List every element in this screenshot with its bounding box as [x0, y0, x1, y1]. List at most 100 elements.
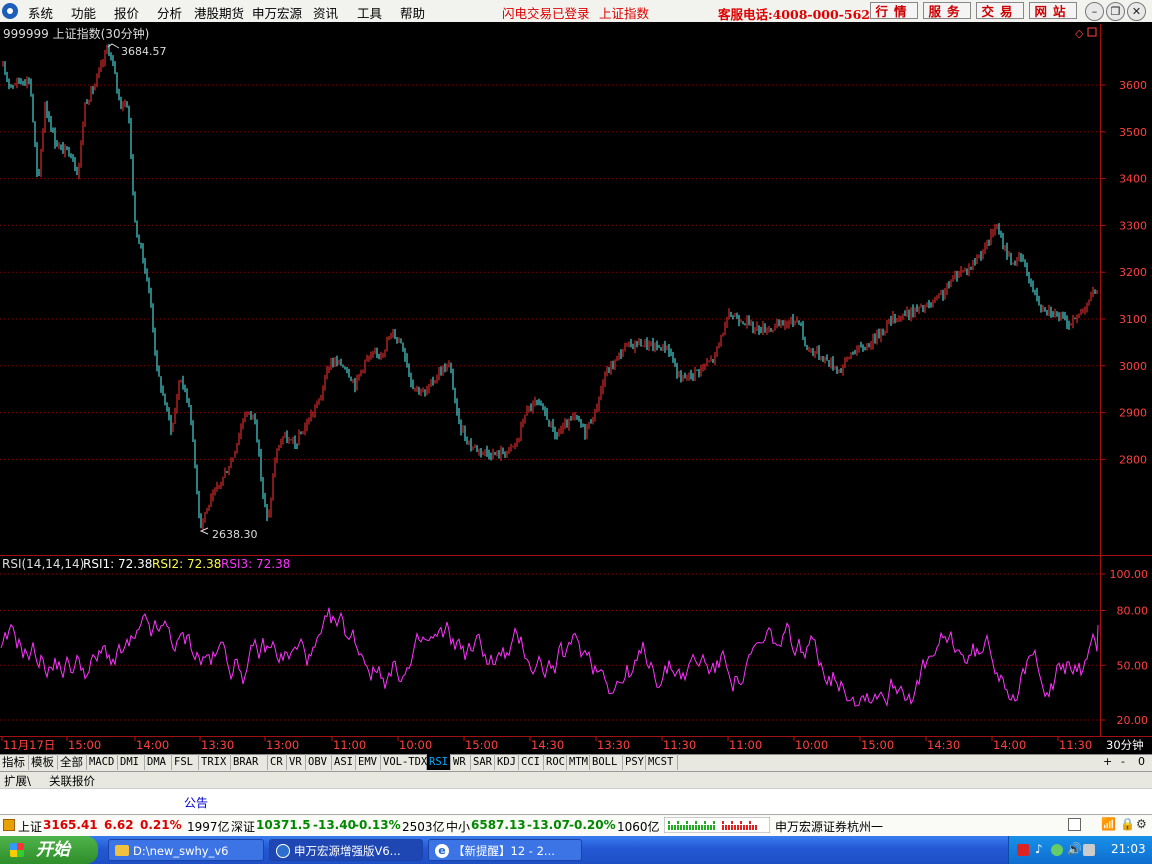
chart-title: 999999 上证指数(30分钟) — [3, 27, 150, 41]
breadth-up-bar — [749, 825, 751, 830]
breadth-up-bar — [737, 825, 739, 830]
indicator-tab-roc[interactable]: ROC — [544, 754, 567, 770]
indicator-tab-dma[interactable]: DMA — [145, 754, 172, 770]
high-price-label: 3684.57 — [121, 45, 167, 58]
breadth-up-bar — [722, 825, 724, 830]
indicator-tab-模板[interactable]: 模板 — [29, 754, 58, 770]
input-method-icon[interactable]: ♪ — [1035, 842, 1043, 856]
breadth-down-bar — [686, 821, 688, 824]
time-label: 14:30 — [531, 738, 564, 752]
menu-quote[interactable]: 报价 — [114, 3, 139, 22]
antivirus-icon[interactable] — [1017, 844, 1029, 856]
time-label: 13:30 — [597, 738, 630, 752]
breadth-down-bar — [686, 825, 688, 830]
indicator-tab-指标[interactable]: 指标 — [0, 754, 29, 770]
reset-button[interactable]: 0 — [1138, 755, 1145, 768]
service-hotline: 客服电话:4008-000-562 — [718, 7, 870, 22]
menu-news[interactable]: 资讯 — [313, 3, 338, 22]
zoom-in-button[interactable]: + — [1103, 755, 1112, 768]
high-marker-arrow — [107, 43, 120, 49]
indicator-tab-fsl[interactable]: FSL — [172, 754, 199, 770]
indicator-tab-cr[interactable]: CR — [268, 754, 287, 770]
breadth-down-bar — [674, 825, 676, 830]
breadth-down-bar — [698, 825, 700, 830]
minimize-icon[interactable]: – — [1085, 2, 1104, 21]
zoom-out-button[interactable]: - — [1121, 755, 1125, 768]
breadth-up-bar — [749, 821, 751, 824]
task-browser-window[interactable]: e 【新提醒】12 - 2... — [428, 839, 582, 861]
quotes-button[interactable]: 行情 — [870, 2, 918, 19]
breadth-up-bar — [728, 825, 730, 830]
price-tick-label: 2800 — [1119, 453, 1147, 466]
indicator-tab-mcst[interactable]: MCST — [646, 754, 678, 770]
menu-tools[interactable]: 工具 — [357, 3, 382, 22]
market-breadth-icon — [664, 817, 770, 833]
service-button[interactable]: 服务 — [923, 2, 971, 19]
menu-hk-futures[interactable]: 港股期货 — [194, 3, 244, 22]
related-quotes-tab[interactable]: 关联报价 — [49, 773, 95, 789]
low-price-label: 2638.30 — [212, 528, 258, 541]
diamond-icon[interactable]: ◇ — [1075, 27, 1084, 40]
indicator-tab-emv[interactable]: EMV — [356, 754, 381, 770]
period-label[interactable]: 30分钟 — [1106, 738, 1144, 752]
tray-app-icon[interactable] — [1083, 844, 1095, 856]
current-index-name: 上证指数 — [599, 6, 650, 21]
indicator-tab-vr[interactable]: VR — [287, 754, 306, 770]
indicator-tab-kdj[interactable]: KDJ — [495, 754, 519, 770]
indicator-tab-asi[interactable]: ASI — [332, 754, 356, 770]
kline-chart[interactable]: 3600 3500 3400 3300 3200 3100 3000 2900 2800 100… — [0, 22, 1152, 754]
indicator-tab-trix[interactable]: TRIX — [199, 754, 231, 770]
restore-icon[interactable]: ❐ — [1106, 2, 1125, 21]
trade-button[interactable]: 交易 — [976, 2, 1024, 19]
indicator-tab-cci[interactable]: CCI — [519, 754, 544, 770]
ticker-menu-icon[interactable] — [3, 819, 15, 831]
rsi-indicator-label: RSI(14,14,14) — [2, 557, 85, 571]
indicator-tab-rsi[interactable]: RSI — [427, 754, 451, 770]
breadth-up-bar — [743, 825, 745, 830]
website-button[interactable]: 网站 — [1029, 2, 1077, 19]
indicator-tab-boll[interactable]: BOLL — [590, 754, 623, 770]
indicator-tab-mtm[interactable]: MTM — [567, 754, 590, 770]
task-explorer-window[interactable]: D:\new_swhy_v6 — [108, 839, 264, 861]
volume-icon[interactable]: 🔊 — [1067, 842, 1082, 856]
start-button[interactable]: 开始 — [0, 836, 98, 864]
broker-name: 申万宏源证券杭州一 — [775, 820, 884, 834]
price-candles — [2, 43, 1098, 530]
settings-icon[interactable]: ⚙ — [1136, 817, 1147, 831]
price-tick-label: 3200 — [1119, 266, 1147, 279]
app-logo-icon — [2, 3, 18, 19]
indicator-tab-全部[interactable]: 全部 — [58, 754, 87, 770]
time-label: 10:00 — [399, 738, 432, 752]
rsi1-value: RSI1: 72.38 — [83, 557, 153, 571]
indicator-tab-psy[interactable]: PSY — [623, 754, 646, 770]
network-icon[interactable] — [1051, 844, 1063, 856]
indicator-tab-vol-tdx[interactable]: VOL-TDX — [381, 754, 427, 770]
notice-link[interactable]: 公告 — [184, 794, 208, 811]
indicator-tab-obv[interactable]: OBV — [306, 754, 332, 770]
breadth-up-bar — [740, 821, 742, 824]
sme-index-price: 6587.13 — [471, 818, 526, 832]
window-frame-icon[interactable] — [1087, 27, 1097, 37]
indicator-tab-sar[interactable]: SAR — [471, 754, 495, 770]
sz-index-price: 10371.5 — [256, 818, 311, 832]
breadth-up-bar — [734, 825, 736, 830]
indicator-tab-wr[interactable]: WR — [451, 754, 471, 770]
extend-tab[interactable]: 扩展\ — [4, 773, 31, 789]
menu-system[interactable]: 系统 — [28, 3, 53, 22]
app-logo-icon — [276, 844, 290, 858]
task-shenwan-app[interactable]: 申万宏源增强版V6... — [269, 839, 423, 861]
time-label: 11:00 — [333, 738, 366, 752]
indicator-tab-macd[interactable]: MACD — [87, 754, 118, 770]
close-icon[interactable]: ✕ — [1127, 2, 1146, 21]
menu-function[interactable]: 功能 — [71, 3, 96, 22]
time-label: 13:30 — [201, 738, 234, 752]
breadth-up-bar — [722, 821, 724, 824]
menu-analysis[interactable]: 分析 — [157, 3, 182, 22]
price-tick-label: 2900 — [1119, 407, 1147, 420]
indicator-tab-brar[interactable]: BRAR — [231, 754, 268, 770]
time-label: 11月17日 — [3, 738, 55, 752]
menu-shenwan[interactable]: 申万宏源 — [252, 3, 302, 22]
layout-icon[interactable] — [1068, 818, 1081, 831]
indicator-tab-dmi[interactable]: DMI — [118, 754, 145, 770]
menu-help[interactable]: 帮助 — [400, 3, 425, 22]
